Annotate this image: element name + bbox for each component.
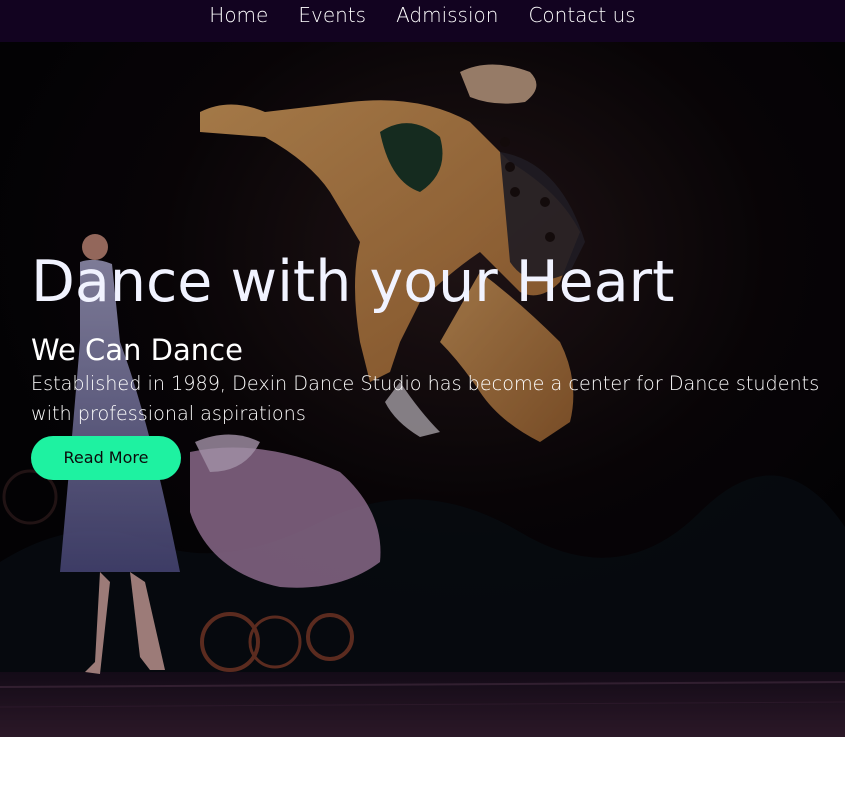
hero-content: Dance with your Heart We Can Dance Estab…	[31, 249, 841, 480]
hero-description: Established in 1989, Dexin Dance Studio …	[31, 372, 820, 425]
nav-item-admission[interactable]: Admission	[396, 3, 498, 27]
nav-item-contact-us[interactable]: Contact us	[528, 3, 635, 27]
nav-item-events[interactable]: Events	[298, 3, 366, 27]
page-body-start	[0, 737, 845, 791]
hero-subtitle: We Can Dance	[31, 333, 243, 367]
nav-links: Home Events Admission Contact us	[209, 0, 635, 27]
hero-title: Dance with your Heart	[31, 249, 675, 315]
nav-item-home[interactable]: Home	[209, 3, 268, 27]
hero-section: Dance with your Heart We Can Dance Estab…	[0, 42, 845, 737]
top-navbar: Home Events Admission Contact us	[0, 0, 845, 42]
read-more-button[interactable]: Read More	[31, 436, 181, 480]
